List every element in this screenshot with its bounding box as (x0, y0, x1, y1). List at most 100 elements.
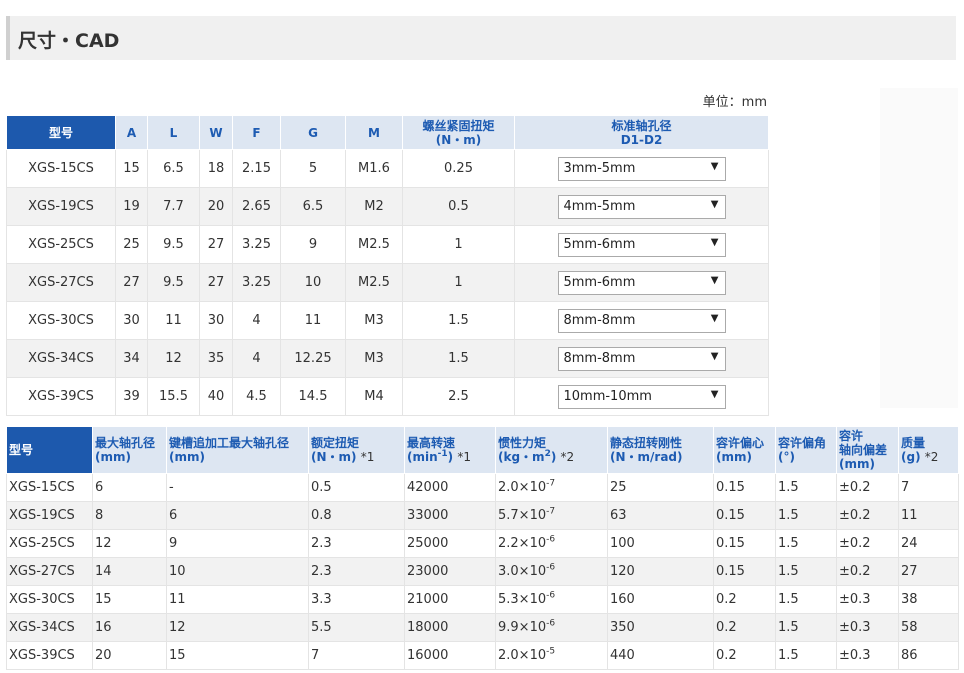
cell-w: 27 (199, 263, 233, 302)
bore-select-value: 3mm-5mm (563, 160, 636, 176)
cell-screw-torque: 0.25 (402, 149, 515, 188)
cell-keyway-bore: 10 (166, 557, 309, 586)
cell-model: XGS-25CS (6, 529, 93, 558)
cell-axial: ±0.2 (836, 501, 899, 530)
col-f: F (232, 115, 281, 150)
bore-select[interactable]: 4mm-5mm ▼ (557, 194, 726, 219)
cell-g: 10 (280, 263, 346, 302)
dropdown-arrow-icon: ▼ (710, 274, 719, 286)
cell-f: 4 (232, 339, 281, 378)
cell-mass: 27 (898, 557, 959, 586)
cell-max-speed: 42000 (404, 473, 496, 502)
bore-select[interactable]: 10mm-10mm ▼ (557, 384, 726, 409)
cell-stiffness: 63 (607, 501, 714, 530)
cell-max-speed: 23000 (404, 557, 496, 586)
cell-stiffness: 440 (607, 641, 714, 670)
cell-model: XGS-25CS (6, 225, 116, 264)
cell-l: 7.7 (147, 187, 200, 226)
bore-select-value: 10mm-10mm (563, 388, 652, 404)
cell-inertia: 5.3×10-6 (495, 585, 608, 614)
cell-screw-torque: 0.5 (402, 187, 515, 226)
cell-max-bore: 20 (92, 641, 167, 670)
cell-max-speed: 16000 (404, 641, 496, 670)
bore-select[interactable]: 5mm-6mm ▼ (557, 270, 726, 295)
inertia-exponent: -7 (546, 478, 556, 489)
bore-select[interactable]: 8mm-8mm ▼ (557, 308, 726, 333)
cell-l: 9.5 (147, 263, 200, 302)
cell-max-bore: 8 (92, 501, 167, 530)
cell-a: 15 (115, 149, 148, 188)
cell-inertia: 2.0×10-5 (495, 641, 608, 670)
inertia-exponent: -6 (546, 562, 556, 573)
table-row: XGS-30CS 15 11 3.3 21000 5.3×10-6 160 0.2 1.5 ±0.… (6, 585, 959, 614)
dropdown-arrow-icon: ▼ (710, 350, 719, 362)
cell-model: XGS-15CS (6, 149, 116, 188)
inertia-base: 2.2×10 (498, 536, 547, 551)
col-m: M (345, 115, 403, 150)
dimension-table: 型号 A L W F G M 螺丝紧固扭矩 (N・m) 标准轴孔径 D1-D2 XG… (6, 115, 769, 416)
cell-g: 11 (280, 301, 346, 340)
cell-axial: ±0.2 (836, 529, 899, 558)
cell-rated-torque: 0.5 (308, 473, 405, 502)
cell-screw-torque: 1 (402, 263, 515, 302)
cell-l: 9.5 (147, 225, 200, 264)
col-model: 型号 (6, 115, 116, 150)
table-row: XGS-15CS 6-0.5 42000 2.0×10-7 25 0.15 1.5 ±0.2 7 (6, 473, 959, 502)
cell-m: M2.5 (345, 225, 403, 264)
cell-keyway-bore: 15 (166, 641, 309, 670)
cell-axial: ±0.3 (836, 613, 899, 642)
inertia-exponent: -7 (546, 506, 556, 517)
cell-bore: 3mm-5mm ▼ (514, 149, 769, 188)
inertia-exponent: -6 (546, 590, 556, 601)
cell-w: 40 (199, 377, 233, 416)
cell-eccentricity: 0.2 (713, 585, 776, 614)
cell-w: 35 (199, 339, 233, 378)
cell-inertia: 2.2×10-6 (495, 529, 608, 558)
cell-rated-torque: 3.3 (308, 585, 405, 614)
spec-table-header: 型号 最大轴孔径 (mm) 键槽追加工最大轴孔径 (mm) 额定扭矩 (N・m) *1… (6, 426, 959, 474)
cell-keyway-bore: 9 (166, 529, 309, 558)
col-standard-bore: 标准轴孔径 D1-D2 (514, 115, 769, 150)
cell-stiffness: 160 (607, 585, 714, 614)
bore-select-value: 5mm-6mm (563, 236, 636, 252)
col-model: 型号 (6, 426, 93, 474)
cell-model: XGS-39CS (6, 377, 116, 416)
col-max-speed: 最高转速 (min-1) *1 (404, 426, 496, 474)
cell-m: M1.6 (345, 149, 403, 188)
cell-m: M2 (345, 187, 403, 226)
cell-stiffness: 350 (607, 613, 714, 642)
cell-m: M2.5 (345, 263, 403, 302)
cell-angle: 1.5 (775, 529, 837, 558)
dimension-table-header: 型号 A L W F G M 螺丝紧固扭矩 (N・m) 标准轴孔径 D1-D2 (6, 115, 769, 150)
cell-w: 20 (199, 187, 233, 226)
col-max-bore: 最大轴孔径 (mm) (92, 426, 167, 474)
cell-eccentricity: 0.2 (713, 613, 776, 642)
bore-select-value: 8mm-8mm (563, 312, 636, 328)
cell-g: 5 (280, 149, 346, 188)
dropdown-arrow-icon: ▼ (710, 312, 719, 324)
cell-model: XGS-34CS (6, 613, 93, 642)
inertia-exponent: -6 (546, 618, 556, 629)
cell-max-speed: 33000 (404, 501, 496, 530)
cell-bore: 5mm-6mm ▼ (514, 225, 769, 264)
bore-select-value: 5mm-6mm (563, 274, 636, 290)
cell-screw-torque: 1.5 (402, 301, 515, 340)
cell-angle: 1.5 (775, 501, 837, 530)
cell-axial: ±0.2 (836, 473, 899, 502)
inertia-base: 2.0×10 (498, 648, 547, 663)
cell-l: 11 (147, 301, 200, 340)
bore-select[interactable]: 3mm-5mm ▼ (557, 156, 726, 181)
table-row: XGS-15CS 15 6.5 18 2.15 5 M1.6 0.25 3mm-5mm ▼ (6, 149, 769, 188)
cell-max-speed: 21000 (404, 585, 496, 614)
table-row: XGS-27CS 27 9.5 27 3.25 10 M2.5 1 5mm-6mm ▼ (6, 263, 769, 302)
cell-screw-torque: 1.5 (402, 339, 515, 378)
cell-g: 6.5 (280, 187, 346, 226)
cell-f: 3.25 (232, 263, 281, 302)
cell-f: 2.65 (232, 187, 281, 226)
table-row: XGS-25CS 12 9 2.3 25000 2.2×10-6 100 0.15 1.5 ±0.… (6, 529, 959, 558)
table-row: XGS-34CS 16 12 5.5 18000 9.9×10-6 350 0.2 1.5 ±0.… (6, 613, 959, 642)
cell-bore: 5mm-6mm ▼ (514, 263, 769, 302)
cell-model: XGS-39CS (6, 641, 93, 670)
bore-select[interactable]: 8mm-8mm ▼ (557, 346, 726, 371)
bore-select[interactable]: 5mm-6mm ▼ (557, 232, 726, 257)
